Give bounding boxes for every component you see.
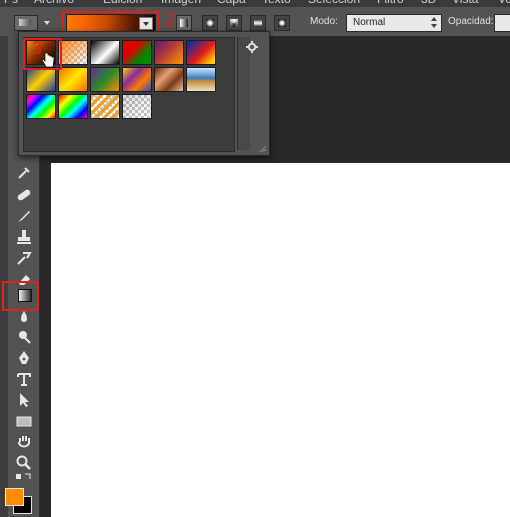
violet-green-orange-preset[interactable]: [90, 67, 120, 92]
radial-gradient-icon[interactable]: [202, 15, 218, 31]
brush-icon: [18, 211, 30, 222]
swap-colors-icon: [16, 473, 31, 479]
hand-cursor-icon: [41, 52, 55, 68]
mode-select[interactable]: Normal: [346, 14, 442, 32]
rectangle-icon: [16, 416, 32, 427]
menu-item-selección[interactable]: Selección: [308, 0, 360, 6]
chrome-preset[interactable]: [186, 67, 216, 92]
transparent-stripes-preset-swatch: [91, 95, 119, 118]
clone-stamp-tool[interactable]: [15, 228, 33, 246]
dodge-icon: [19, 331, 31, 344]
mode-value: Normal: [353, 17, 386, 28]
healing-brush-tool[interactable]: [15, 186, 33, 204]
brush-tool[interactable]: [15, 207, 33, 225]
pen-icon: [19, 351, 29, 364]
select-arrows-icon: [431, 17, 437, 28]
annotation-box-1: [2, 281, 39, 311]
menu-item-texto[interactable]: Texto: [262, 0, 291, 6]
type-tool[interactable]: [15, 370, 33, 388]
violet-green-orange-preset-swatch: [91, 68, 119, 91]
transparent-rainbow-preset-swatch: [59, 95, 87, 118]
menu-item-archivo[interactable]: Archivo: [34, 0, 74, 6]
black-white-preset[interactable]: [90, 40, 120, 65]
dodge-tool[interactable]: [15, 328, 33, 346]
linear-gradient-icon[interactable]: [176, 15, 192, 31]
orange-yellow-orange-preset[interactable]: [58, 67, 88, 92]
red-green-preset[interactable]: [122, 40, 152, 65]
blue-yellow-blue-preset-swatch: [27, 68, 55, 91]
transparent-rainbow-preset[interactable]: [58, 94, 88, 119]
gear-icon[interactable]: [245, 40, 259, 54]
gradient-tool-preset-icon: [19, 19, 31, 26]
annotation-label-2: 2: [165, 10, 176, 30]
transparent-stripes-preset[interactable]: [90, 94, 120, 119]
stamp-icon: [17, 230, 31, 244]
mode-label: Modo:: [310, 16, 338, 27]
blue-yellow-blue-preset[interactable]: [26, 67, 56, 92]
foreground-to-transparent-preset[interactable]: [58, 40, 88, 65]
spectrum-preset[interactable]: [26, 94, 56, 119]
yellow-violet-orange-blue-preset-swatch: [123, 68, 151, 91]
reflected-gradient-icon[interactable]: [250, 15, 266, 31]
zoom-tool[interactable]: [15, 454, 33, 472]
black-white-preset-swatch: [91, 41, 119, 64]
bandage-icon: [17, 189, 31, 201]
history-brush-tool[interactable]: [15, 249, 33, 267]
document-canvas[interactable]: [51, 163, 510, 517]
neutral-density-preset[interactable]: [122, 94, 152, 119]
path-selection-tool[interactable]: [15, 391, 33, 409]
menu-item-edición[interactable]: Edición: [103, 0, 142, 6]
blue-red-yellow-preset-swatch: [187, 41, 215, 64]
menu-item-3d[interactable]: 3D: [421, 0, 436, 6]
foreground-to-transparent-preset-swatch: [59, 41, 87, 64]
hand-tool[interactable]: [15, 433, 33, 451]
neutral-density-preset-swatch: [123, 95, 151, 118]
resize-grip-icon[interactable]: [259, 145, 267, 153]
blue-red-yellow-preset[interactable]: [186, 40, 216, 65]
orange-yellow-orange-preset-swatch: [59, 68, 87, 91]
yellow-violet-orange-blue-preset[interactable]: [122, 67, 152, 92]
menu-item-ve[interactable]: Ve: [498, 0, 510, 6]
pen-tool[interactable]: [15, 349, 33, 367]
hand-icon: [18, 436, 30, 448]
foreground-color-swatch[interactable]: [5, 488, 24, 506]
copper-preset-swatch: [155, 68, 183, 91]
menu-item-ps[interactable]: Ps: [4, 0, 18, 6]
menu-item-filtro[interactable]: Filtro: [377, 0, 404, 6]
type-icon: [17, 373, 31, 386]
menu-item-imagen[interactable]: Imagen: [161, 0, 201, 6]
menu-item-vista[interactable]: Vista: [452, 0, 478, 6]
opacity-input[interactable]: [494, 14, 510, 32]
arrow-pointer-icon: [20, 393, 29, 407]
copper-preset[interactable]: [154, 67, 184, 92]
violet-orange-preset-swatch: [155, 41, 183, 64]
red-green-preset-swatch: [123, 41, 151, 64]
history-brush-icon: [17, 252, 32, 265]
panel-edge: [0, 36, 8, 517]
violet-orange-preset[interactable]: [154, 40, 184, 65]
rectangle-tool[interactable]: [15, 412, 33, 430]
menu-item-capa[interactable]: Capa: [217, 0, 246, 6]
magnifier-icon: [16, 455, 31, 470]
spectrum-preset-swatch: [27, 95, 55, 118]
diamond-gradient-icon[interactable]: [274, 15, 290, 31]
eyedropper-icon: [18, 167, 30, 179]
eyedropper-tool[interactable]: [15, 164, 33, 182]
menu-bar: Ps Archivo Edición Imagen Capa Texto Selección…: [0, 0, 510, 7]
opacity-label: Opacidad:: [448, 16, 494, 27]
tool-preset-picker[interactable]: [14, 15, 38, 31]
chevron-down-icon[interactable]: [44, 21, 50, 25]
chrome-preset-swatch: [187, 68, 215, 91]
angle-gradient-icon[interactable]: [226, 15, 242, 31]
